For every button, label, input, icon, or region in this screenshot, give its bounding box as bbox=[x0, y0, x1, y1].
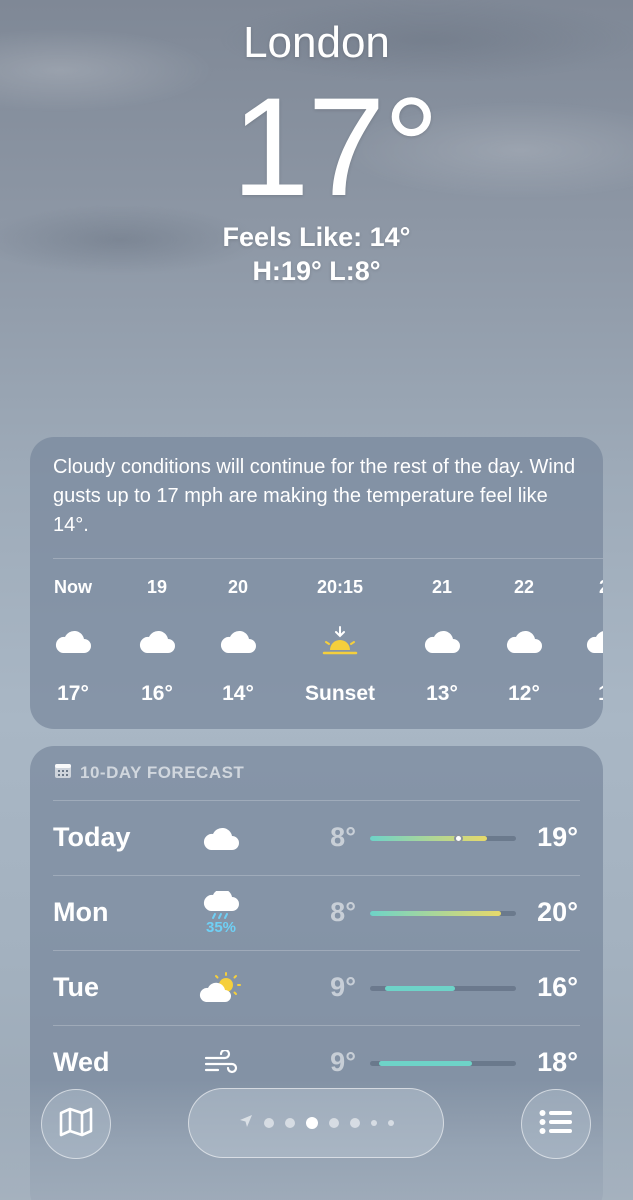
partly-sunny-icon bbox=[195, 965, 247, 1011]
high-low: H:19° L:8° bbox=[252, 256, 381, 286]
hour-time: Now bbox=[54, 577, 92, 597]
cloud-icon bbox=[484, 621, 564, 661]
forecast-header: 10-DAY FORECAST bbox=[54, 762, 244, 784]
hour-item[interactable]: Now 17° bbox=[33, 575, 113, 709]
hour-item[interactable]: 20:15 Sunset bbox=[300, 575, 380, 709]
locations-list-button[interactable] bbox=[521, 1089, 591, 1159]
hour-item[interactable]: 21 13° bbox=[402, 575, 482, 709]
location-arrow-icon bbox=[239, 1114, 253, 1133]
hour-item[interactable]: 2 1 bbox=[564, 575, 603, 709]
calendar-icon bbox=[54, 763, 72, 784]
high-temp: 18° bbox=[537, 1047, 578, 1077]
hour-time: 20:15 bbox=[316, 577, 364, 597]
hour-time: 19 bbox=[146, 577, 168, 597]
divider bbox=[53, 558, 603, 559]
hour-temp: 17° bbox=[57, 682, 89, 705]
conditions-summary: Cloudy conditions will continue for the … bbox=[53, 456, 576, 536]
cloud-icon bbox=[198, 621, 278, 661]
low-temp: 8° bbox=[330, 822, 356, 852]
forecast-row[interactable]: Mon 35% 8° 20° bbox=[30, 876, 603, 950]
precipitation-chance: 35% bbox=[205, 918, 237, 936]
location-page-indicator[interactable] bbox=[188, 1088, 444, 1158]
day-name: Today bbox=[53, 822, 131, 852]
hour-temp: Sunset bbox=[304, 682, 375, 705]
rain-cloud-icon: 35% bbox=[195, 890, 247, 936]
low-temp: 9° bbox=[330, 972, 356, 1002]
high-temp: 20° bbox=[537, 897, 578, 927]
current-temperature: 17° bbox=[231, 68, 440, 225]
temperature-range-fill bbox=[378, 1061, 473, 1066]
hour-temp: 12° bbox=[508, 682, 540, 705]
hour-item[interactable]: 22 12° bbox=[484, 575, 564, 709]
hour-temp: 1 bbox=[564, 679, 603, 709]
sunset-icon bbox=[300, 621, 380, 661]
high-temp: 16° bbox=[537, 972, 578, 1002]
hourly-forecast-card[interactable]: Cloudy conditions will continue for the … bbox=[30, 437, 603, 729]
temperature-range-bar bbox=[370, 1061, 516, 1066]
forecast-row[interactable]: Tue 9° 16° bbox=[30, 951, 603, 1025]
map-button[interactable] bbox=[41, 1089, 111, 1159]
page-dot[interactable] bbox=[263, 1118, 274, 1128]
cloud-icon bbox=[33, 621, 113, 661]
day-name: Tue bbox=[53, 972, 99, 1002]
cloud-icon bbox=[195, 815, 247, 861]
hour-temp: 16° bbox=[141, 682, 173, 705]
hour-item[interactable]: 19 16° bbox=[117, 575, 197, 709]
temperature-range-bar bbox=[370, 911, 516, 916]
page-dot-active[interactable] bbox=[305, 1117, 318, 1129]
page-dot[interactable] bbox=[349, 1118, 360, 1128]
page-dot[interactable] bbox=[387, 1120, 394, 1126]
hour-item[interactable]: 20 14° bbox=[198, 575, 278, 709]
day-name: Mon bbox=[53, 897, 109, 927]
city-name: London bbox=[243, 18, 390, 67]
page-dot[interactable] bbox=[370, 1120, 377, 1126]
temperature-range-bar bbox=[370, 986, 516, 991]
hour-time: 2 bbox=[564, 575, 603, 599]
hour-temp: 13° bbox=[426, 682, 458, 705]
temperature-range-fill bbox=[384, 986, 455, 991]
page-dot[interactable] bbox=[284, 1118, 295, 1128]
temperature-range-fill bbox=[370, 911, 502, 916]
hour-temp: 14° bbox=[222, 682, 254, 705]
current-temp-indicator bbox=[453, 834, 463, 843]
hour-time: 20 bbox=[227, 577, 249, 597]
feels-like: Feels Like: 14° bbox=[222, 222, 411, 252]
high-temp: 19° bbox=[537, 822, 578, 852]
map-icon bbox=[59, 1107, 93, 1142]
low-temp: 9° bbox=[330, 1047, 356, 1077]
temperature-range-bar bbox=[370, 834, 516, 843]
hour-time: 21 bbox=[431, 577, 453, 597]
hour-time: 22 bbox=[513, 577, 535, 597]
cloud-icon bbox=[402, 621, 482, 661]
forecast-title: 10-DAY FORECAST bbox=[80, 763, 245, 782]
list-icon bbox=[539, 1109, 573, 1140]
cloud-icon bbox=[117, 621, 197, 661]
day-name: Wed bbox=[53, 1047, 110, 1077]
temperature-range-fill bbox=[370, 836, 487, 841]
page-dot[interactable] bbox=[328, 1118, 339, 1128]
low-temp: 8° bbox=[330, 897, 356, 927]
cloud-icon bbox=[564, 621, 603, 661]
forecast-row[interactable]: Today 8° 19° bbox=[30, 801, 603, 875]
